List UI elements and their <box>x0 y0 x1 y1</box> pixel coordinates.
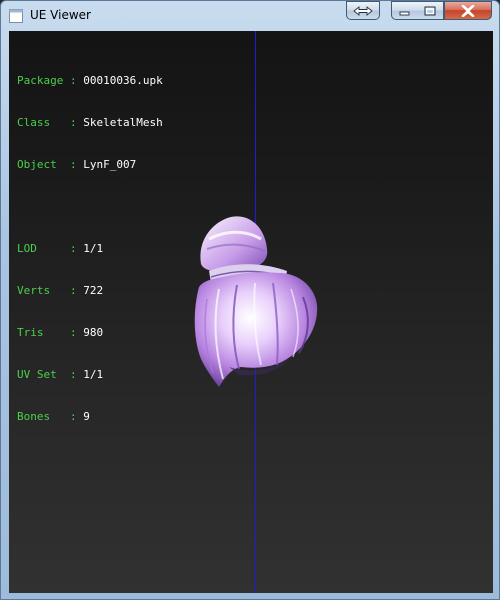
app-icon <box>9 9 23 23</box>
close-button[interactable] <box>444 1 492 20</box>
close-icon <box>461 4 475 17</box>
hair-mesh-model <box>194 216 318 387</box>
info-separator: : <box>63 242 84 255</box>
render-viewport[interactable]: Package : 00010036.upk Class : SkeletalM… <box>9 31 493 593</box>
mesh-info-overlay: Package : 00010036.upk Class : SkeletalM… <box>17 46 163 452</box>
info-separator: : <box>63 368 84 381</box>
info-label: Bones <box>17 410 64 423</box>
info-separator: : <box>63 326 84 339</box>
info-row-package: Package : 00010036.upk <box>17 74 163 88</box>
swap-button[interactable] <box>346 1 380 20</box>
info-separator: : <box>63 284 84 297</box>
info-label: LOD <box>17 242 64 255</box>
info-value: 00010036.upk <box>83 74 163 87</box>
title-bar[interactable]: UE Viewer <box>1 1 499 31</box>
info-value: 9 <box>83 410 90 423</box>
info-row-lod: LOD : 1/1 <box>17 242 163 256</box>
info-value: 980 <box>83 326 104 339</box>
info-row-object: Object : LynF_007 <box>17 158 163 172</box>
info-value: 722 <box>83 284 104 297</box>
minimize-button[interactable] <box>391 1 418 20</box>
info-value: 1/1 <box>83 242 104 255</box>
info-row-tris: Tris : 980 <box>17 326 163 340</box>
info-label: Package <box>17 74 64 87</box>
info-label: Tris <box>17 326 64 339</box>
info-label: UV Set <box>17 368 64 381</box>
swap-arrows-icon <box>353 5 373 16</box>
app-window: UE Viewer Package : 00010036.upk Class:… <box>0 0 500 600</box>
info-label: Verts <box>17 284 64 297</box>
maximize-button[interactable] <box>417 1 444 20</box>
info-separator: : <box>63 116 84 129</box>
info-value: SkeletalMesh <box>83 116 163 129</box>
info-label: Class <box>17 116 64 129</box>
info-separator: : <box>63 410 84 423</box>
minimize-icon <box>399 11 410 15</box>
info-value: LynF_007 <box>83 158 137 171</box>
info-row-class: Class : SkeletalMesh <box>17 116 163 130</box>
info-label: Object <box>17 158 64 171</box>
info-row-bones: Bones : 9 <box>17 410 163 424</box>
window-title: UE Viewer <box>30 8 91 22</box>
info-separator: : <box>63 74 84 87</box>
info-value: 1/1 <box>83 368 104 381</box>
maximize-icon <box>424 6 436 15</box>
info-row-verts: Verts : 722 <box>17 284 163 298</box>
info-separator: : <box>63 158 84 171</box>
info-row-uvset: UV Set : 1/1 <box>17 368 163 382</box>
